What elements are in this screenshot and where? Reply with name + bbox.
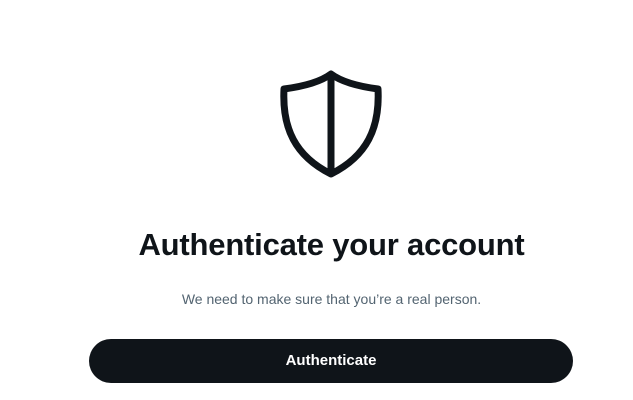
page-title: Authenticate your account	[138, 227, 525, 262]
page-subtitle: We need to make sure that you’re a real …	[181, 291, 482, 307]
authenticate-button[interactable]: Authenticate	[89, 339, 573, 383]
authenticate-page: Authenticate your account We need to mak…	[0, 0, 633, 400]
shield-icon	[279, 70, 383, 178]
